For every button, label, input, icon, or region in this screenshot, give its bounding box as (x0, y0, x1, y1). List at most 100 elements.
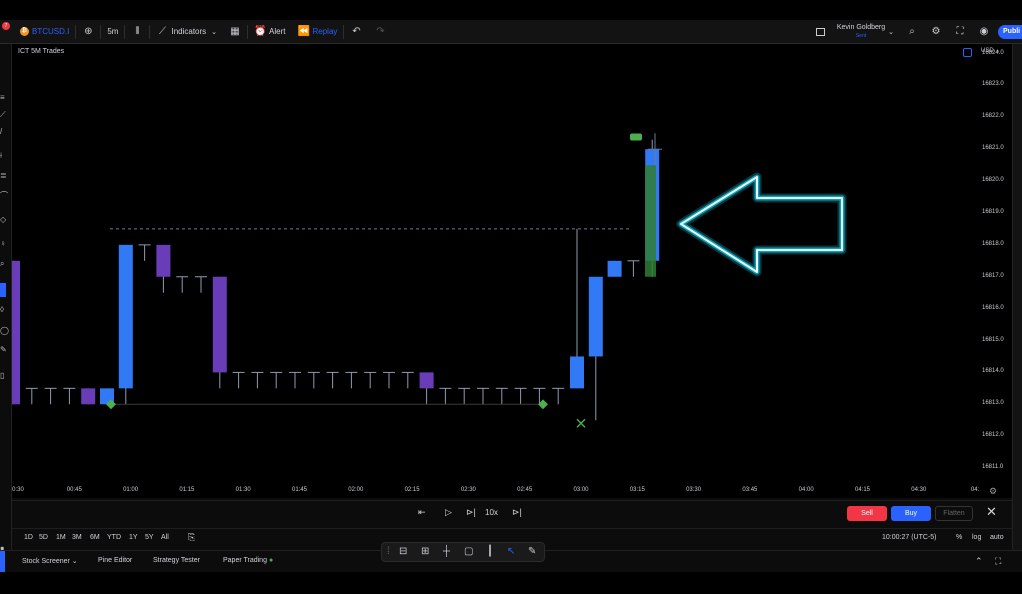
replay-button[interactable]: ⏪ Replay (291, 20, 343, 44)
publish-button[interactable]: Publi (998, 25, 1022, 39)
pitchfork-tool-icon[interactable]: ⟊ (0, 152, 8, 160)
range-button[interactable]: 5Y (145, 534, 154, 541)
vertical-line-icon[interactable]: ┃ (487, 546, 493, 557)
collapse-panel-icon[interactable]: ⌃ (975, 556, 983, 567)
drag-handle-icon[interactable]: ⁞ (387, 546, 390, 557)
candle-body (118, 244, 133, 389)
auto-toggle[interactable]: auto (990, 534, 1004, 541)
user-menu[interactable]: Kevin Goldberg Sent ⌄ (831, 20, 900, 44)
crosshair-tool-icon[interactable]: ≡ (0, 94, 8, 102)
fib-tool-icon[interactable]: ≣ (0, 172, 8, 180)
search-button[interactable]: ⌕ (900, 20, 924, 44)
price-axis[interactable]: USD ⌄ 16824.0 16823.0 16822.0 16821.0 16820.… (976, 44, 1012, 484)
percent-toggle[interactable]: % (956, 534, 962, 541)
jump-to-realtime-icon[interactable]: ⊳| (512, 507, 522, 518)
gear-icon: ⚙ (931, 25, 941, 37)
step-forward-icon[interactable]: ⊳| (466, 507, 476, 518)
trendline-tool-icon[interactable]: ⟋ (0, 111, 8, 119)
rectangle-icon[interactable]: ▢ (464, 546, 473, 557)
text-tool-icon[interactable]: ◇ (0, 216, 8, 224)
undo-icon: ↶ (352, 25, 361, 37)
symbol-label: BTCUSD.I (32, 27, 70, 36)
time-axis[interactable]: 0:30 00:45 01:00 01:15 01:30 01:45 02:00 02:15 0… (12, 484, 1012, 498)
redo-icon: ↷ (376, 25, 385, 37)
settings-button[interactable]: ⚙ (924, 20, 948, 44)
long-position-icon[interactable]: ⊟ (399, 546, 407, 557)
range-button[interactable]: 3M (72, 534, 82, 541)
symbol-search[interactable]: ₿ BTCUSD.I (14, 20, 75, 44)
buy-button[interactable]: Buy (891, 506, 931, 521)
layouts-button[interactable]: ▦ (223, 20, 247, 44)
price-tick-label: 16812.0 (982, 432, 1004, 439)
tab-paper-trading[interactable]: Paper Trading ● (223, 557, 273, 564)
tab-stock-screener[interactable]: Stock Screener ⌄ (22, 557, 78, 565)
range-button[interactable]: All (161, 534, 169, 541)
indicators-button[interactable]: ⟋ Indicators ⌄ (150, 20, 223, 44)
tab-pine-editor[interactable]: Pine Editor (98, 557, 132, 564)
tab-strategy-tester[interactable]: Strategy Tester (153, 557, 200, 564)
sell-button[interactable]: Sell (847, 506, 887, 521)
square-icon (815, 27, 825, 36)
trash-tool-icon[interactable]: ▯ (0, 372, 8, 380)
alert-button[interactable]: ⏰ Alert (248, 20, 291, 44)
speed-button[interactable]: 10x (485, 508, 498, 517)
range-button[interactable]: 5D (39, 534, 48, 541)
time-tick-label: 02:45 (517, 487, 533, 493)
cross-line-icon[interactable]: ┼ (443, 546, 450, 557)
letterbox-bottom (0, 572, 1022, 594)
play-icon[interactable]: ▷ (445, 507, 452, 518)
range-button[interactable]: 1M (56, 534, 66, 541)
brush-icon[interactable]: ✎ (528, 546, 536, 557)
time-tick-label: 03:00 (573, 487, 589, 493)
flatten-button[interactable]: Flatten (935, 506, 973, 521)
candle-body (12, 260, 20, 405)
price-tick-label: 16823.0 (982, 81, 1004, 88)
time-tick-label: 0:30 (12, 487, 24, 493)
candle-body (81, 388, 96, 405)
panel-indicator (0, 551, 5, 573)
chart-settings-toggle[interactable] (963, 48, 972, 57)
compare-button[interactable]: ⊕ (76, 20, 100, 44)
maximize-panel-icon[interactable]: ⛶ (995, 556, 1001, 567)
short-position-icon[interactable]: ⊞ (421, 546, 429, 557)
magnet-tool-icon[interactable] (0, 283, 6, 297)
candle-body (588, 276, 603, 357)
price-tick-label: 16814.0 (982, 368, 1004, 375)
pencil-tool-icon[interactable]: ✎ (0, 346, 8, 354)
range-button[interactable]: 1D (24, 534, 33, 541)
chart-pane[interactable]: ICT 5M Trades (12, 44, 976, 484)
lock-tool-icon[interactable]: ◊ (0, 306, 8, 314)
layout-save-button[interactable] (810, 20, 831, 44)
fullscreen-button[interactable]: ⛶ (948, 20, 972, 44)
brush-tool-icon[interactable]: ⌒ (0, 192, 8, 200)
candle-body (212, 276, 227, 373)
jump-to-start-icon[interactable]: ⇤ (418, 507, 426, 518)
axis-settings-gear-icon[interactable]: ⚙ (989, 486, 997, 497)
clock[interactable]: 10:00:27 (UTC-5) (882, 534, 936, 541)
snapshot-button[interactable]: ◉ (972, 20, 996, 44)
redo-button[interactable]: ↷ (368, 20, 392, 44)
notification-badge[interactable]: 7 (0, 20, 14, 44)
candle-body (419, 372, 434, 389)
range-button[interactable]: YTD (107, 534, 121, 541)
range-button[interactable]: 1Y (129, 534, 138, 541)
close-replay-icon[interactable]: ✕ (986, 504, 997, 520)
measure-tool-icon[interactable]: ⌕ (0, 260, 8, 268)
candle-body (156, 244, 171, 277)
grid-icon: ▦ (230, 25, 240, 37)
pattern-tool-icon[interactable]: ♀ (0, 240, 8, 248)
chart-type-button[interactable]: ⫴ (125, 20, 149, 44)
eye-tool-icon[interactable]: ◯ (0, 327, 9, 335)
goto-date-icon[interactable]: ⎘ (188, 532, 195, 543)
log-toggle[interactable]: log (972, 534, 981, 541)
interval-button[interactable]: 5m (101, 20, 124, 44)
ray-tool-icon[interactable]: / (0, 128, 8, 136)
price-tick-label: 16815.0 (982, 336, 1004, 343)
chevron-down-icon: ⌄ (211, 28, 218, 36)
camera-icon: ◉ (979, 25, 989, 37)
undo-button[interactable]: ↶ (344, 20, 368, 44)
cursor-icon[interactable]: ↖ (507, 546, 515, 557)
chevron-down-icon: ⌄ (888, 28, 894, 36)
range-button[interactable]: 6M (90, 534, 100, 541)
time-tick-label: 04:00 (798, 487, 814, 493)
